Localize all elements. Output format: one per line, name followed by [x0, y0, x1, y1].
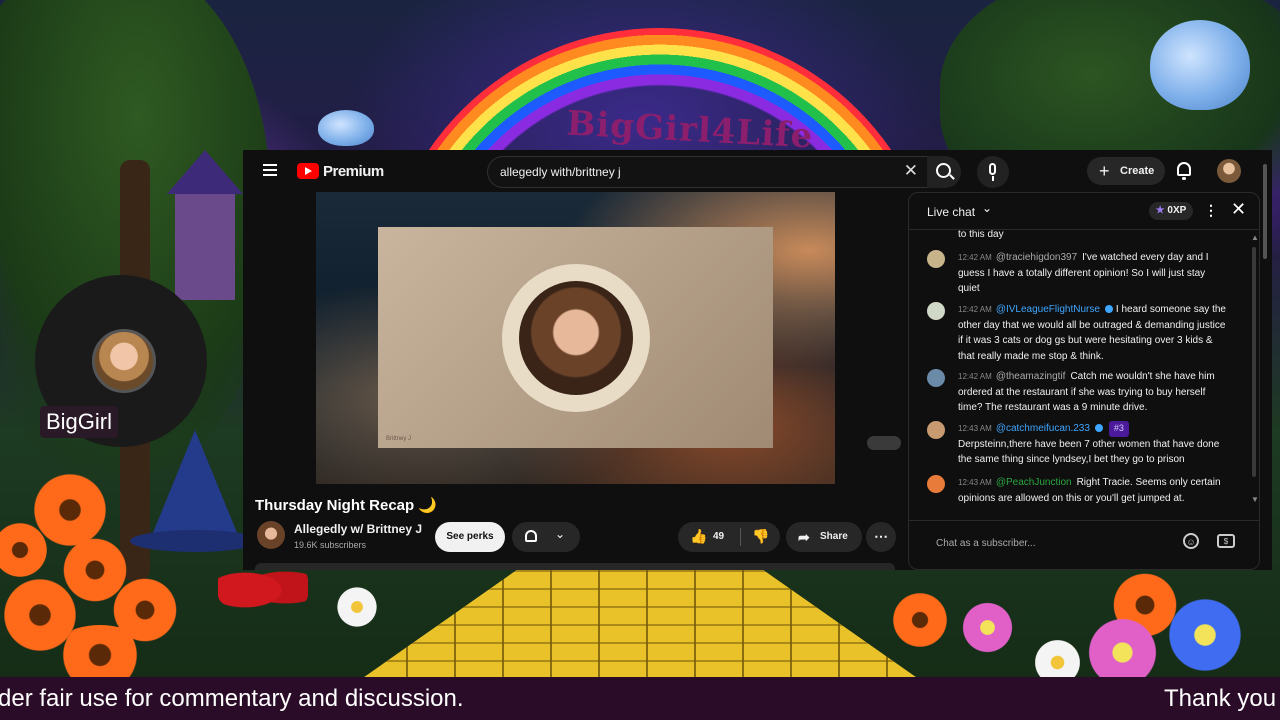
see-perks-button[interactable]: See perks: [435, 522, 505, 552]
like-icon[interactable]: 👍: [690, 528, 707, 545]
bell-icon: [525, 530, 537, 542]
microphone-icon[interactable]: [977, 156, 1009, 188]
video-frame-card: Brittney J: [378, 227, 773, 448]
share-label: Share: [820, 531, 848, 542]
yellow-brick-road: [360, 570, 920, 680]
emoji-icon[interactable]: ☺: [1183, 533, 1199, 549]
user-avatar[interactable]: [927, 475, 945, 493]
create-label: Create: [1120, 165, 1155, 177]
chat-messages: to this day 12:42 AM @traciehigdon397 I've…: [909, 230, 1249, 520]
channel-name[interactable]: Allegedly w/ Brittney J: [294, 522, 422, 536]
chat-input[interactable]: Chat as a subscriber...: [936, 538, 1036, 549]
live-chat-title[interactable]: Live chat: [927, 205, 975, 219]
user-avatar[interactable]: [927, 250, 945, 268]
scroll-up-icon[interactable]: ▲: [1251, 233, 1259, 242]
like-count[interactable]: 49: [713, 531, 724, 542]
youtube-premium-label[interactable]: Premium: [323, 163, 384, 180]
chat-author[interactable]: @traciehigdon397: [996, 252, 1077, 263]
live-chat-panel: Live chat ⌄ ★ 0XP ⋮ ✕ to this day 12:42 …: [908, 192, 1260, 570]
rank-badge: #3: [1108, 421, 1129, 437]
youtube-window: Premium allegedly with/brittney j ✕ + Cr…: [243, 150, 1272, 570]
subscription-notifications-button[interactable]: ⌄: [512, 522, 580, 552]
flower: [890, 590, 950, 650]
scrolling-ticker: der fair use for commentary and discussi…: [0, 677, 1280, 720]
chevron-down-icon[interactable]: ⌄: [982, 201, 992, 215]
chat-author[interactable]: @catchmeifucan.233: [996, 423, 1090, 434]
ticker-text: der fair use for commentary and discussi…: [0, 685, 464, 712]
live-chat-header: Live chat ⌄ ★ 0XP ⋮ ✕: [909, 193, 1259, 230]
host-photo: [519, 281, 633, 395]
chat-message: 12:43 AM @catchmeifucan.233 #3 Derpsteinn,t…: [927, 421, 1227, 468]
account-avatar[interactable]: [1217, 159, 1241, 183]
youtube-logo-icon[interactable]: [297, 163, 319, 179]
page-scrollbar[interactable]: [1262, 158, 1268, 558]
create-button[interactable]: + Create: [1087, 157, 1165, 185]
member-badge-icon: [1104, 305, 1113, 314]
like-dislike-group: 👍 49 👎: [678, 522, 780, 552]
chat-message: 12:42 AM @theamazingtif Catch me wouldn't …: [927, 369, 1227, 416]
video-player[interactable]: Brittney J: [316, 192, 835, 484]
close-chat-icon[interactable]: ✕: [1231, 199, 1246, 220]
more-actions-button[interactable]: ⋯: [866, 522, 896, 552]
page-scrollbar-thumb[interactable]: [1263, 164, 1267, 259]
subscriber-count: 19.6K subscribers: [294, 540, 367, 550]
scrollbar-thumb[interactable]: [1252, 247, 1256, 477]
mask-icon: [867, 436, 901, 450]
chat-author[interactable]: @PeachJunction: [996, 477, 1072, 488]
witch-hat: [150, 430, 240, 540]
flower: [50, 625, 150, 685]
chat-author[interactable]: @theamazingtif: [996, 371, 1066, 382]
search-query[interactable]: allegedly with/brittney j: [500, 165, 621, 179]
youtube-topbar: Premium allegedly with/brittney j ✕ + Cr…: [243, 150, 1272, 192]
member-badge-icon: [1094, 424, 1103, 433]
super-chat-icon[interactable]: $: [1217, 534, 1235, 548]
plus-icon: +: [1099, 161, 1110, 181]
streamer-name: BigGirl: [40, 406, 119, 438]
video-title: Thursday Night Recap 🌙: [255, 497, 438, 514]
dislike-icon[interactable]: 👎: [752, 528, 769, 545]
chat-message: to this day: [958, 230, 1004, 240]
chat-input-row: Chat as a subscriber... ☺ $: [909, 520, 1259, 569]
streamer-photo: [92, 329, 156, 393]
clear-search-icon[interactable]: ✕: [904, 161, 918, 181]
scroll-down-icon[interactable]: ▼: [1251, 495, 1259, 504]
ticker-text: Thank you: [1164, 685, 1277, 712]
flower: [335, 585, 379, 629]
user-avatar[interactable]: [927, 421, 945, 439]
flower: [960, 600, 1015, 655]
search-input[interactable]: allegedly with/brittney j ✕: [487, 156, 929, 188]
witch-hat-brim: [130, 530, 260, 552]
chat-message: 12:42 AM @traciehigdon397 I've watched eve…: [927, 250, 1227, 297]
user-avatar[interactable]: [927, 369, 945, 387]
bluebird-left: [318, 110, 374, 146]
channel-avatar[interactable]: [257, 521, 285, 549]
xp-badge[interactable]: ★ 0XP: [1149, 202, 1193, 220]
flower: [1165, 595, 1245, 675]
chat-author[interactable]: @IVLeagueFlightNurse: [996, 304, 1100, 315]
chat-message: 12:43 AM @PeachJunction Right Tracie. Seem…: [927, 475, 1227, 506]
hamburger-menu-icon[interactable]: [263, 164, 277, 176]
chat-scrollbar[interactable]: ▲ ▼: [1251, 233, 1259, 515]
host-photo-ring: [502, 264, 650, 412]
more-options-icon[interactable]: ⋮: [1204, 202, 1218, 219]
share-icon: ➦: [798, 529, 810, 545]
chat-message: 12:42 AM @IVLeagueFlightNurse I heard some…: [927, 302, 1227, 364]
user-avatar[interactable]: [927, 302, 945, 320]
video-watermark: Brittney J: [386, 436, 412, 442]
share-button[interactable]: ➦ Share: [786, 522, 862, 552]
chevron-down-icon: ⌄: [555, 527, 566, 541]
divider: [740, 528, 741, 546]
search-button[interactable]: [927, 156, 961, 188]
bluebird-right: [1150, 20, 1250, 110]
search-icon: [936, 163, 951, 178]
notifications-bell-icon[interactable]: [1177, 162, 1191, 180]
castle: [167, 150, 243, 300]
description-box[interactable]: [255, 563, 895, 570]
